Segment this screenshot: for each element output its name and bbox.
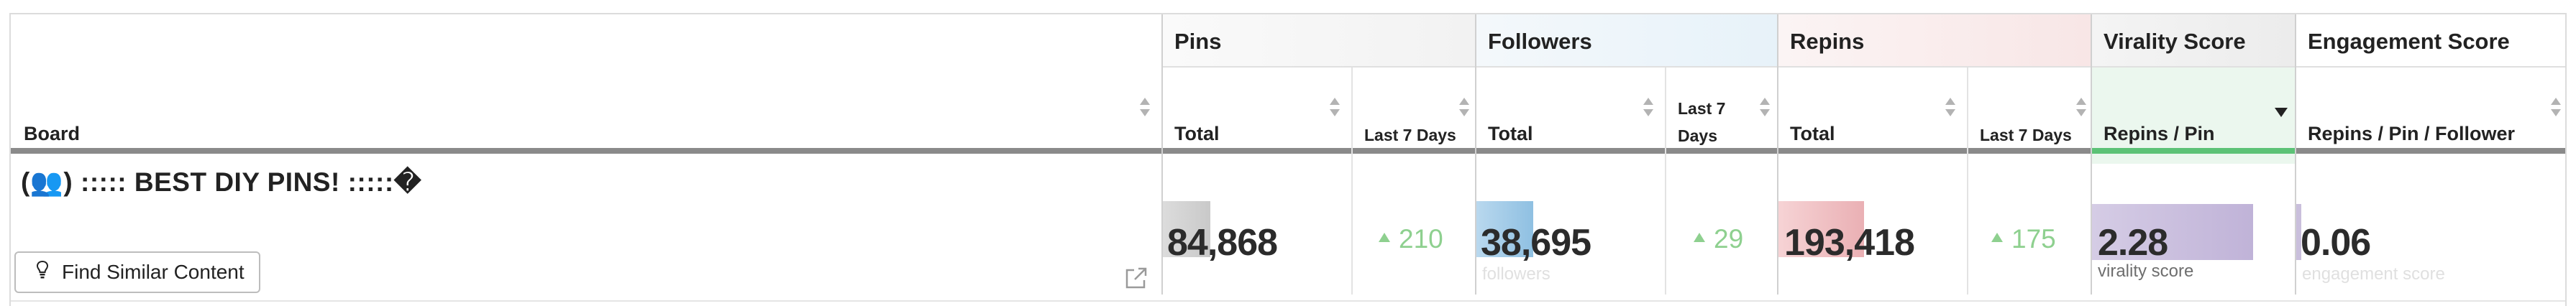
sort-descending-icon[interactable] xyxy=(2275,108,2288,117)
up-triangle-icon xyxy=(1991,233,2003,242)
sort-icon[interactable] xyxy=(1330,98,1340,119)
pins-total-label: Total xyxy=(1174,123,1220,144)
board-name[interactable]: (👥) ::::: BEST DIY PINS! :::::� xyxy=(21,167,421,198)
followers-total-value: 38,695 xyxy=(1481,222,1591,264)
followers-last7-label: Last 7 Days xyxy=(1678,99,1726,145)
lightbulb-icon xyxy=(36,260,53,284)
find-similar-button[interactable]: Find Similar Content xyxy=(14,251,260,293)
pins-total-value: 84,868 xyxy=(1167,222,1278,264)
column-divider xyxy=(1967,68,1968,295)
sort-icon[interactable] xyxy=(2076,98,2086,119)
sort-icon[interactable] xyxy=(1760,98,1770,119)
sort-icon[interactable] xyxy=(1945,98,1955,119)
virality-group-header: Virality Score xyxy=(2091,14,2295,66)
up-triangle-icon xyxy=(1694,233,1705,242)
board-column-label: Board xyxy=(24,123,81,144)
find-similar-label: Find Similar Content xyxy=(62,261,245,283)
row-border xyxy=(11,300,2565,302)
followers-faint-label: followers xyxy=(1482,264,1550,284)
pins-last7-value: 210 xyxy=(1379,224,1443,254)
column-divider xyxy=(1351,68,1353,295)
engagement-group-header: Engagement Score xyxy=(2295,14,2565,66)
repins-total-value: 193,418 xyxy=(1784,222,1915,264)
pins-group-label: Pins xyxy=(1174,29,1222,54)
virality-value: 2.28 xyxy=(2098,222,2168,264)
sort-icon[interactable] xyxy=(1459,98,1469,119)
repins-last7-label: Last 7 Days xyxy=(1980,126,2072,144)
virality-sub-label: Repins / Pin xyxy=(2104,123,2215,144)
repins-total-label: Total xyxy=(1790,123,1835,144)
repins-group-label: Repins xyxy=(1790,29,1865,54)
engagement-sub-label: Repins / Pin / Follower xyxy=(2308,123,2516,144)
active-sort-underline xyxy=(2091,148,2295,154)
followers-total-label: Total xyxy=(1488,123,1533,144)
pins-last7-label: Last 7 Days xyxy=(1364,126,1456,144)
sort-icon[interactable] xyxy=(1140,98,1150,119)
up-triangle-icon xyxy=(1379,233,1390,242)
repins-group-header: Repins xyxy=(1777,14,2091,66)
followers-group-label: Followers xyxy=(1488,29,1592,54)
virality-label: virality score xyxy=(2098,261,2194,281)
column-divider xyxy=(1665,68,1666,295)
repins-last7-value: 175 xyxy=(1991,224,2056,254)
board-stats-table: Pins Followers Repins Virality Score Eng… xyxy=(9,13,2567,306)
virality-group-label: Virality Score xyxy=(2104,29,2246,54)
external-link-icon[interactable] xyxy=(1124,266,1148,290)
engagement-group-label: Engagement Score xyxy=(2308,29,2510,54)
engagement-value: 0.06 xyxy=(2301,222,2371,264)
pins-group-header: Pins xyxy=(1161,14,1475,66)
followers-last7-value: 29 xyxy=(1694,224,1743,254)
followers-group-header: Followers xyxy=(1475,14,1777,66)
sort-icon[interactable] xyxy=(2551,98,2561,119)
sort-icon[interactable] xyxy=(1643,98,1653,119)
engagement-label: engagement score xyxy=(2302,264,2445,284)
